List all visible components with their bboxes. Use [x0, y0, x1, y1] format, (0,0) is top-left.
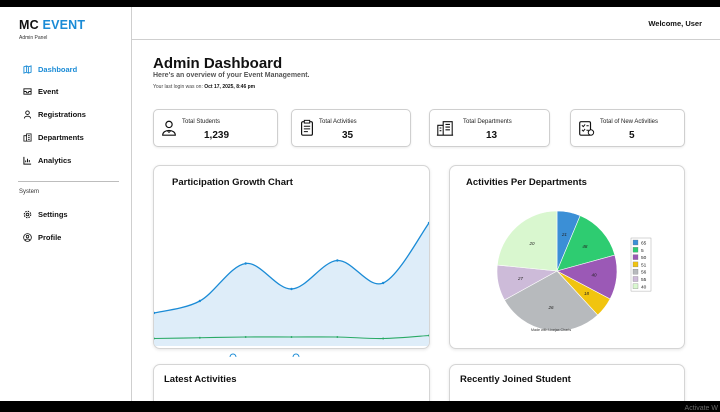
- stat-label: Total Departments: [463, 119, 512, 125]
- brand-name-accent: EVENT: [42, 18, 86, 32]
- page-subtitle: Here's an overview of your Event Managem…: [153, 72, 310, 79]
- welcome-user[interactable]: Welcome, User: [648, 19, 702, 28]
- brand-logo[interactable]: MC EVENT: [19, 18, 85, 32]
- building-icon: [436, 121, 454, 136]
- stat-value: 35: [342, 130, 354, 141]
- legend-label: 65: [641, 241, 647, 247]
- stat-card-activities[interactable]: Total Activities 35: [291, 109, 411, 147]
- chart-scroll-markers: [229, 353, 300, 358]
- sidebar-item-label: Profile: [38, 232, 62, 242]
- slice-label: 26: [548, 305, 555, 310]
- sidebar: MC EVENT Admin Panel Dashboard Event Reg…: [0, 7, 132, 401]
- user-circle-icon: [23, 232, 32, 242]
- legend-swatch: [632, 254, 639, 260]
- stat-value: 5: [629, 130, 635, 141]
- data-point[interactable]: [336, 259, 339, 262]
- departments-chart-panel: Activities Per Departments 21 48 40 18 26 27 2…: [449, 165, 685, 349]
- data-point[interactable]: [290, 287, 293, 291]
- legend-swatch: [632, 239, 639, 246]
- legend-swatch: [632, 269, 639, 275]
- building-icon: [23, 132, 32, 142]
- brand-subtitle: Admin Panel: [19, 35, 48, 41]
- legend-label: 51: [641, 262, 647, 268]
- slice-label: 48: [582, 244, 588, 249]
- data-point[interactable]: [198, 336, 201, 339]
- activation-watermark: Activate W: [684, 405, 718, 412]
- last-login-time: Oct 17, 2025, 8:46 pm: [204, 84, 256, 90]
- legend-label: 50: [641, 255, 647, 261]
- stat-label: Total Activities: [319, 119, 357, 125]
- stat-label: Total Students: [182, 119, 221, 125]
- legend-label: 40: [641, 284, 647, 290]
- top-header: Welcome, User: [132, 7, 720, 40]
- data-point[interactable]: [381, 281, 385, 285]
- students-icon: [162, 120, 176, 136]
- data-point[interactable]: [382, 337, 385, 340]
- pie-slice[interactable]: [496, 210, 558, 272]
- sidebar-item-label: Analytics: [38, 155, 72, 165]
- slice-label: 18: [584, 291, 590, 296]
- slice-label: 21: [561, 232, 568, 237]
- series-area-fill: [154, 223, 429, 346]
- stat-card-students[interactable]: Total Students 1,239: [153, 109, 278, 147]
- legend-swatch: [632, 283, 639, 289]
- user-icon: [23, 109, 32, 119]
- legend-swatch: [632, 247, 639, 253]
- data-point[interactable]: [244, 262, 247, 265]
- clipboard-icon: [301, 119, 313, 136]
- data-point[interactable]: [336, 336, 339, 338]
- data-point[interactable]: [290, 336, 293, 338]
- chart-credit: Made with Livejax Charts: [531, 328, 572, 332]
- system-section-label: System: [19, 189, 40, 195]
- app-window: MC EVENT Admin Panel Dashboard Event Reg…: [0, 7, 720, 401]
- stat-value: 1,239: [204, 130, 230, 141]
- chart-icon: [23, 156, 32, 165]
- data-point[interactable]: [244, 336, 247, 338]
- last-login-info: Your last login was on: Oct 17, 2025, 8:…: [153, 84, 255, 90]
- sidebar-item-label: Dashboard: [38, 64, 78, 74]
- recently-joined-title: Recently Joined Student: [460, 374, 571, 385]
- sidebar-item-label: Registrations: [38, 109, 86, 119]
- gear-icon: [23, 210, 32, 218]
- checklist-icon: [579, 121, 595, 136]
- growth-chart-panel: Participation Growth Chart: [153, 165, 430, 349]
- growth-chart[interactable]: [154, 166, 429, 348]
- sidebar-item-departments[interactable]: Departments: [23, 130, 84, 144]
- sidebar-item-profile[interactable]: Profile: [23, 230, 61, 244]
- brand-name: MC: [19, 18, 39, 32]
- sidebar-divider: [18, 181, 119, 182]
- sidebar-item-label: Settings: [38, 209, 68, 219]
- sidebar-item-dashboard[interactable]: Dashboard: [23, 62, 77, 76]
- data-point[interactable]: [198, 299, 202, 303]
- legend-swatch: [632, 276, 639, 282]
- sidebar-item-label: Departments: [38, 132, 84, 142]
- last-login-label: Your last login was on:: [153, 84, 203, 90]
- scroll-marker-right: [292, 353, 300, 358]
- latest-activities-title: Latest Activities: [164, 374, 237, 385]
- sidebar-item-event[interactable]: Event: [23, 84, 58, 98]
- scroll-marker-left: [229, 353, 237, 358]
- slice-label: 20: [529, 241, 536, 246]
- inbox-icon: [23, 87, 32, 95]
- stat-value: 13: [486, 130, 498, 141]
- stat-label: Total of New Activities: [600, 119, 659, 125]
- sidebar-item-registrations[interactable]: Registrations: [23, 107, 86, 121]
- legend-label: 5: [641, 248, 644, 254]
- recently-joined-panel: Recently Joined Student: [449, 364, 685, 401]
- stat-card-new-activities[interactable]: Total of New Activities 5: [570, 109, 685, 147]
- stat-card-departments[interactable]: Total Departments 13: [429, 109, 550, 147]
- latest-activities-panel: Latest Activities: [153, 364, 430, 401]
- sidebar-item-label: Event: [38, 86, 59, 96]
- legend-swatch: [632, 261, 639, 268]
- sidebar-item-analytics[interactable]: Analytics: [23, 153, 71, 167]
- slice-label: 27: [517, 276, 524, 281]
- page-title: Admin Dashboard: [153, 55, 283, 72]
- slice-label: 40: [591, 273, 597, 278]
- map-icon: [23, 64, 32, 74]
- sidebar-item-settings[interactable]: Settings: [23, 207, 68, 221]
- departments-pie-chart[interactable]: 21484018262720 6555051565540: [450, 166, 684, 348]
- legend-label: 55: [641, 277, 647, 283]
- legend-label: 56: [641, 270, 647, 276]
